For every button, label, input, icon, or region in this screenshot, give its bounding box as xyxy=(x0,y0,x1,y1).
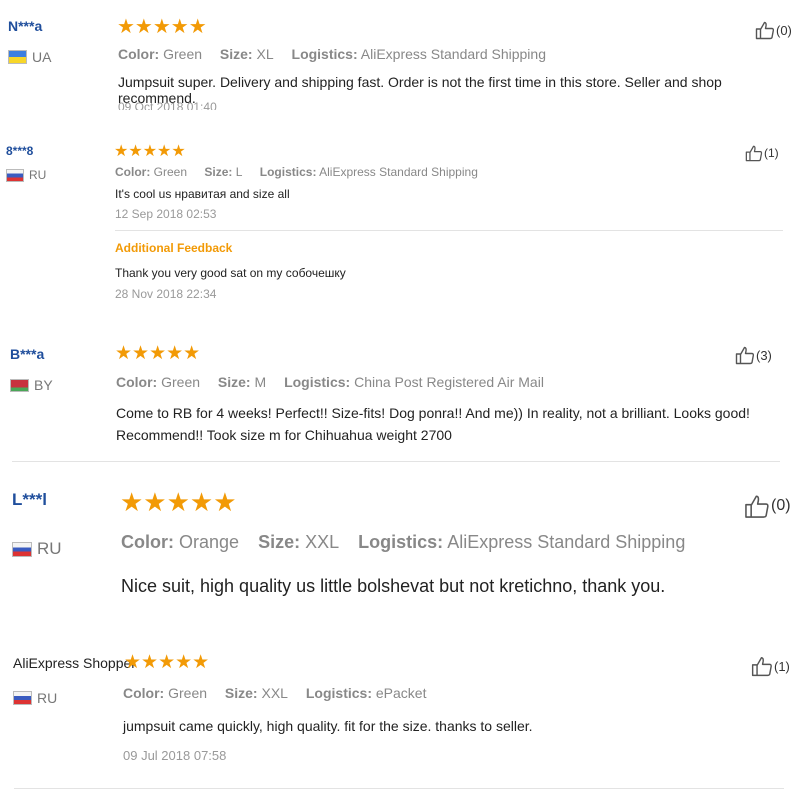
order-info: Color: Green Size: XXL Logistics: ePacke… xyxy=(123,685,426,701)
review-item: B***a BY ★★★★★ Color: Green Size: M Logi… xyxy=(0,335,800,465)
helpful-button[interactable]: (3) xyxy=(735,345,772,365)
review-date: 12 Sep 2018 02:53 xyxy=(115,207,217,221)
helpful-button[interactable]: (0) xyxy=(755,20,792,40)
review-text: jumpsuit came quickly, high quality. fit… xyxy=(123,718,533,734)
additional-feedback-date: 28 Nov 2018 22:34 xyxy=(115,287,217,301)
country-code: RU xyxy=(29,168,47,182)
rating-stars: ★★★★★ xyxy=(114,143,186,160)
reviewer-name[interactable]: N***a xyxy=(8,18,42,34)
color-label: Color: xyxy=(118,46,160,62)
thumbs-up-icon xyxy=(745,145,763,162)
flag-icon xyxy=(12,541,32,557)
helpful-count: (0) xyxy=(771,497,791,514)
rating-stars: ★★★★★ xyxy=(115,343,201,364)
reviewer-country: RU xyxy=(13,690,57,706)
flag-icon xyxy=(6,168,24,182)
size-label: Size: xyxy=(204,165,233,179)
size-label: Size: xyxy=(224,685,258,701)
size-label: Size: xyxy=(219,46,253,62)
size-value: XXL xyxy=(305,532,340,552)
country-code: UA xyxy=(32,49,52,65)
country-code: BY xyxy=(34,377,53,393)
thumbs-up-icon xyxy=(745,495,769,518)
logistics-label: Logistics: xyxy=(291,46,358,62)
color-value: Green xyxy=(163,46,203,62)
reviewer-name[interactable]: 8***8 xyxy=(6,144,33,158)
logistics-value: ePacket xyxy=(375,685,427,701)
helpful-button[interactable]: (1) xyxy=(751,654,790,678)
order-info: Color: Green Size: L Logistics: AliExpre… xyxy=(115,165,478,179)
thumbs-up-icon xyxy=(751,657,772,677)
review-date: 09 Jul 2018 07:58 xyxy=(123,748,227,763)
country-code: RU xyxy=(37,690,58,706)
logistics-value: AliExpress Standard Shipping xyxy=(447,532,686,552)
reviewer-name[interactable]: L***l xyxy=(12,490,47,510)
divider xyxy=(115,230,783,231)
size-label: Size: xyxy=(258,532,301,552)
color-value: Green xyxy=(168,685,208,701)
rating-stars: ★★★★★ xyxy=(120,487,237,517)
size-label: Size: xyxy=(217,374,251,390)
review-item: N***a UA ★★★★★ Color: Green Size: XL Log… xyxy=(0,0,800,110)
review-text: It's cool us нравитая and size all xyxy=(115,187,290,201)
size-value: L xyxy=(235,165,243,179)
country-code: RU xyxy=(37,539,62,558)
reviewer-name[interactable]: AliExpress Shopper xyxy=(13,655,136,671)
color-label: Color: xyxy=(115,165,151,179)
divider xyxy=(12,461,780,462)
flag-icon xyxy=(13,691,32,705)
review-item: AliExpress Shopper ★★★★★ RU Color: Green… xyxy=(0,640,800,800)
review-item: 8***8 RU ★★★★★ Color: Green Size: L Logi… xyxy=(0,130,800,310)
logistics-label: Logistics: xyxy=(284,374,351,390)
flag-icon xyxy=(8,50,27,64)
thumbs-up-icon xyxy=(735,346,755,365)
additional-feedback-label: Additional Feedback xyxy=(115,241,233,255)
additional-feedback-text: Thank you very good sat on my собочешку xyxy=(115,266,346,280)
helpful-button[interactable]: (0) xyxy=(744,492,791,520)
logistics-label: Logistics: xyxy=(358,532,444,552)
reviewer-name[interactable]: B***a xyxy=(10,346,44,362)
size-value: M xyxy=(254,374,267,390)
helpful-count: (1) xyxy=(764,146,779,160)
size-value: XL xyxy=(256,46,274,62)
reviewer-country: RU xyxy=(12,539,62,559)
review-text: Nice suit, high quality us little bolshe… xyxy=(121,576,666,596)
order-info: Color: Green Size: M Logistics: China Po… xyxy=(116,374,544,390)
color-label: Color: xyxy=(121,532,174,552)
reviewer-country: UA xyxy=(8,49,51,65)
logistics-label: Logistics: xyxy=(259,165,317,179)
thumbs-up-icon xyxy=(755,21,775,40)
review-item: L***l RU ★★★★★ Color: Orange Size: XXL L… xyxy=(0,478,800,608)
review-text: Jumpsuit super. Delivery and shipping fa… xyxy=(118,74,722,106)
helpful-count: (0) xyxy=(776,22,792,38)
color-value: Orange xyxy=(179,532,240,552)
rating-stars: ★★★★★ xyxy=(117,16,207,38)
color-label: Color: xyxy=(123,685,165,701)
logistics-label: Logistics: xyxy=(305,685,372,701)
order-info: Color: Orange Size: XXL Logistics: AliEx… xyxy=(121,532,685,553)
rating-stars: ★★★★★ xyxy=(124,652,210,673)
flag-icon xyxy=(10,378,29,392)
helpful-button[interactable]: (1) xyxy=(745,144,779,162)
helpful-count: (1) xyxy=(774,658,790,674)
size-value: XXL xyxy=(261,685,288,701)
divider xyxy=(14,788,784,789)
order-info: Color: Green Size: XL Logistics: AliExpr… xyxy=(118,46,546,62)
color-label: Color: xyxy=(116,374,158,390)
reviewer-country: BY xyxy=(10,377,53,393)
reviewer-country: RU xyxy=(6,168,46,182)
logistics-value: AliExpress Standard Shipping xyxy=(319,165,478,179)
helpful-count: (3) xyxy=(756,347,772,363)
color-value: Green xyxy=(153,165,188,179)
review-date: 09 Oct 2018 01:40 xyxy=(118,100,217,110)
logistics-value: AliExpress Standard Shipping xyxy=(360,46,546,62)
logistics-value: China Post Registered Air Mail xyxy=(354,374,544,390)
color-value: Green xyxy=(161,374,201,390)
review-text: Come to RB for 4 weeks! Perfect!! Size-f… xyxy=(116,405,750,443)
